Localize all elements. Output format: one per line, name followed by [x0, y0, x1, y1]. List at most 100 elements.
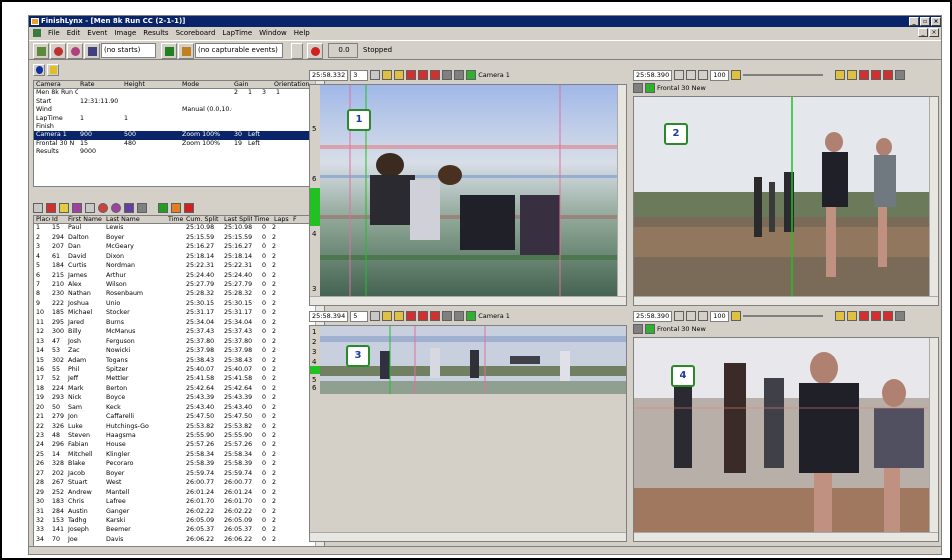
grid-icon[interactable] [370, 311, 381, 321]
results-row[interactable]: 21 279 Jon Caffarelli 25:47.50 25:47.50 0 2 [34, 413, 324, 422]
results-row[interactable]: 14 53 Zac Nowicki 25:37.98 25:37.98 0 2 [34, 347, 324, 356]
results-row[interactable]: 32 153 Tadhg Karski 26:05.09 26:05.09 0 2 [34, 517, 324, 526]
marker-icon[interactable] [858, 70, 869, 80]
crosshair-icon[interactable] [394, 70, 405, 80]
crosshair-icon[interactable] [394, 311, 405, 321]
line-icon[interactable] [382, 311, 393, 321]
menu-window[interactable]: Window [259, 29, 287, 37]
results-row[interactable]: 15 302 Adam Togans 25:38.43 25:38.43 0 2 [34, 357, 324, 366]
results-row[interactable]: 18 224 Mark Berton 25:42.64 25:42.64 0 2 [34, 385, 324, 394]
results-row[interactable]: 13 47 Josh Ferguson 25:37.80 25:37.80 0 2 [34, 338, 324, 347]
panel2-zoom[interactable]: 100 [710, 69, 729, 81]
lane-icon[interactable] [418, 311, 429, 321]
step-forward-icon[interactable] [698, 70, 709, 80]
event-grid-row[interactable]: LapTime 1 1 [34, 115, 324, 123]
play-icon[interactable] [674, 311, 685, 321]
panel3-hscroll[interactable] [310, 532, 626, 541]
event-grid-row[interactable]: Wind Manual (0.0,10.0) [34, 106, 324, 114]
panel2-image[interactable]: 2 [633, 96, 939, 306]
panel4-hscroll[interactable] [634, 532, 938, 541]
marker-icon[interactable] [858, 311, 869, 321]
capturable-events-select[interactable]: (no capturable events) [195, 43, 283, 58]
results-row[interactable]: 1 15 Paul Lewis 25:10.98 25:10.98 0 2 [34, 224, 324, 233]
insert-icon[interactable] [171, 202, 181, 213]
panel3-field[interactable]: 5 [350, 310, 369, 322]
results-row[interactable]: 22 326 Luke Hutchings-Go 25:53.82 25:53.82 0 2 [34, 423, 324, 432]
child-minimize-button[interactable]: _ [918, 28, 928, 37]
marker-icon[interactable] [406, 70, 417, 80]
panel2-slider[interactable] [742, 74, 823, 76]
menu-event[interactable]: Event [87, 29, 107, 37]
results-row[interactable]: 34 70 Joe Davis 26:06.22 26:06.22 0 2 [34, 536, 324, 545]
results-row[interactable]: 5 184 Curtis Nordman 25:22.31 25:22.31 0 2 [34, 262, 324, 271]
panel4-slider[interactable] [742, 315, 823, 317]
lap-button[interactable] [67, 43, 83, 59]
event-grid-row[interactable]: Frontal 30 N 15 480 Zoom 100% 19 Left [34, 140, 324, 148]
event-grid-row[interactable]: Camera 1 900 500 Zoom 100% 30 Left [34, 131, 324, 140]
line-icon[interactable] [834, 70, 845, 80]
step-back-icon[interactable] [686, 311, 697, 321]
results-row[interactable]: 9 222 Joshua Unio 25:30.15 25:30.15 0 2 [34, 300, 324, 309]
event-grid-row[interactable]: Men 8k Run CC 2 1 3 1 [34, 89, 324, 97]
results-row[interactable]: 31 284 Austin Ganger 26:02.22 26:02.22 0 2 [34, 508, 324, 517]
minimize-button[interactable]: _ [909, 17, 919, 26]
capture-button[interactable] [84, 43, 100, 59]
results-row[interactable]: 4 61 David Dixon 25:18.14 25:18.14 0 2 [34, 253, 324, 262]
menu-file[interactable]: File [48, 29, 60, 37]
child-close-button[interactable]: × [929, 28, 939, 37]
play-icon[interactable] [674, 70, 685, 80]
settings-icon[interactable] [442, 311, 453, 321]
line-icon[interactable] [382, 70, 393, 80]
brightness-icon[interactable] [730, 311, 741, 321]
panel2-vscroll[interactable] [929, 97, 938, 297]
settings-icon[interactable] [894, 70, 905, 80]
results-row[interactable]: 33 141 Joseph Beemer 26:05.37 26:05.37 0 2 [34, 526, 324, 535]
results-row[interactable]: 28 267 Stuart West 26:00.77 26:00.77 0 2 [34, 479, 324, 488]
panel1-vscroll[interactable] [617, 85, 626, 298]
results-row[interactable]: 29 252 Andrew Mantell 26:01.24 26:01.24 0 2 [34, 489, 324, 498]
panel4-zoom[interactable]: 100 [710, 310, 729, 322]
runner-icon[interactable] [98, 202, 108, 213]
split-icon[interactable] [124, 202, 134, 213]
lock-button[interactable] [47, 64, 59, 76]
results-row[interactable]: 25 14 Mitchell Klingler 25:58.34 25:58.34 0 2 [34, 451, 324, 460]
step-back-icon[interactable] [686, 70, 697, 80]
results-row[interactable]: 6 215 James Arthur 25:24.40 25:24.40 0 2 [34, 272, 324, 281]
event-grid-row[interactable]: Results 9000 [34, 148, 324, 156]
results-row[interactable]: 17 52 Jeff Mettler 25:41.58 25:41.58 0 2 [34, 375, 324, 384]
runner-icon[interactable] [111, 202, 121, 213]
arm-button[interactable] [161, 43, 177, 59]
lane-icon[interactable] [870, 311, 881, 321]
menu-scoreboard[interactable]: Scoreboard [176, 29, 216, 37]
menu-results[interactable]: Results [143, 29, 168, 37]
panel2-hscroll[interactable] [634, 296, 938, 305]
starts-select[interactable]: (no starts) [101, 43, 156, 58]
step-forward-icon[interactable] [698, 311, 709, 321]
panel1-hscroll[interactable] [310, 296, 626, 305]
split-icon[interactable] [882, 311, 893, 321]
text-icon[interactable] [85, 202, 95, 213]
menu-edit[interactable]: Edit [67, 29, 81, 37]
event-grid-row[interactable]: Finish [34, 123, 324, 131]
results-row[interactable]: 19 293 Nick Boyce 25:43.39 25:43.39 0 2 [34, 394, 324, 403]
delete-icon[interactable] [46, 202, 56, 213]
crosshair-icon[interactable] [846, 311, 857, 321]
menu-laptime[interactable]: LapTime [222, 29, 252, 37]
results-row[interactable]: 30 183 Chris Lafree 26:01.70 26:01.70 0 2 [34, 498, 324, 507]
split-icon[interactable] [430, 311, 441, 321]
menu-help[interactable]: Help [294, 29, 310, 37]
alarm-button[interactable] [307, 43, 323, 59]
split-icon[interactable] [882, 70, 893, 80]
print-icon[interactable] [633, 83, 643, 93]
remove-icon[interactable] [184, 202, 194, 213]
find-icon[interactable] [59, 202, 69, 213]
add-icon[interactable] [158, 202, 168, 213]
restore-button[interactable]: ▫ [920, 17, 930, 26]
results-row[interactable]: 8 230 Nathan Rosenbaum 25:28.32 25:28.32 0 2 [34, 290, 324, 299]
new-event-button[interactable] [33, 43, 49, 59]
sort-icon[interactable] [72, 202, 82, 213]
brightness-icon[interactable] [730, 70, 741, 80]
results-row[interactable]: 7 210 Alex Wilson 25:27.79 25:27.79 0 2 [34, 281, 324, 290]
panel4-vscroll[interactable] [929, 338, 938, 533]
camera-icon[interactable] [645, 83, 655, 93]
